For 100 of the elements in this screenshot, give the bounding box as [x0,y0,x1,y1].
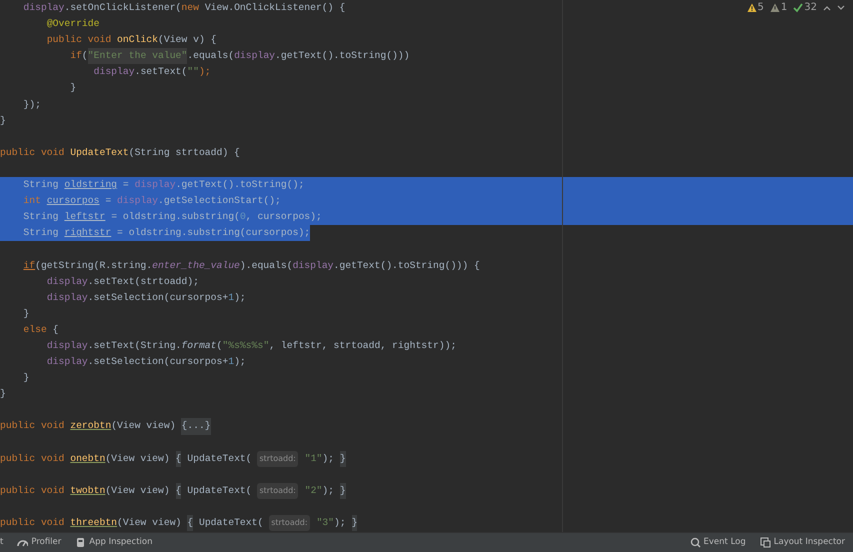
field-name: display [292,258,334,272]
folded-code[interactable]: } [340,450,346,467]
tool-window-tab[interactable]: Layout Inspector [760,536,845,549]
warning-icon [746,2,757,12]
string-literal: "1" [304,452,322,466]
variable-name: oldstring [64,178,118,192]
string-literal: "" [187,65,199,80]
code-text: , leftstr, strtoadd, rightstr)); [269,338,456,353]
code-text: } [23,371,30,386]
number-literal: 1 [228,355,234,370]
code-text: ); [322,484,335,498]
tool-window-tab[interactable]: Event Log [690,536,746,549]
inspection-count: 5 [758,1,764,15]
code-text: (View view) [105,484,171,498]
method-name: twobtn [70,484,106,498]
field-name: display [23,1,64,15]
code-text: } [23,306,30,321]
code-text: .setSelection(cursorpos+ [88,290,228,305]
tool-window-tab[interactable]: t [0,536,4,549]
field-name: enter_the_value [152,258,240,272]
code-text: = oldstring.substring( [111,210,240,224]
field-name: display [46,338,88,353]
number-literal: 0 [240,210,246,224]
method-name: onClick [117,33,158,48]
code-text: = [122,178,130,192]
variable-name: cursorpos [46,194,100,208]
field-name: display [46,355,88,370]
method-name: zerobtn [70,419,112,434]
field-name: display [117,194,158,208]
field-name: display [94,65,135,80]
code-text: .equals( [187,49,234,64]
code-text: .setSelection(cursorpos+ [88,355,228,370]
method-name: format [181,338,217,353]
code-text: .getText().toString(); [176,178,304,192]
check-icon [793,2,804,12]
code-text: }); [23,98,41,112]
code-text: ); [322,452,335,466]
method-name: UpdateText [70,146,129,160]
code-text: = [105,194,112,208]
keyword: if [23,258,36,272]
string-literal: "Enter the value" [88,48,188,64]
code-text: ); [234,355,246,370]
code-text: } [0,387,6,402]
code-text: .getText().toString())) [275,49,410,64]
code-text: (View view) [111,419,177,434]
code-text: String [23,210,60,224]
chevron-up-icon [823,4,831,10]
code-text: .getText().toString())) { [334,258,480,272]
method-name: threebtn [70,516,118,530]
code-text: (View view) [117,516,182,530]
code-text: } [0,114,6,128]
warning-icon [770,2,780,12]
inspection-count: 1 [780,1,788,15]
keyword: public void [0,419,66,434]
code-text: , cursorpos); [246,210,322,224]
folded-code[interactable]: { [176,450,182,467]
keyword: int [23,194,42,208]
string-literal: "%s%s%s" [222,338,270,353]
chevron-down-icon [837,4,845,10]
folded-code[interactable]: } [340,482,346,499]
code-text: .setOnClickListener( [64,1,182,15]
code-text: .setText( [134,65,188,80]
code-text: UpdateText( [187,452,253,466]
field-name: display [46,274,88,289]
folded-code[interactable]: {...} [181,418,211,435]
number-literal: 1 [228,290,234,305]
code-text: ).equals( [240,258,293,272]
code-text: View.OnClickListener() { [204,1,346,15]
layers-icon [760,537,771,548]
string-literal: "2" [304,484,322,498]
folded-code[interactable]: { [187,515,194,532]
tool-window-tab[interactable]: Profiler [17,536,62,549]
code-text: .setText(strtoadd); [88,274,199,289]
code-text: UpdateText( [187,484,253,498]
keyword: if [70,49,82,64]
keyword: public void [0,516,66,530]
code-text: (View view) [105,452,171,466]
field-name: display [134,178,176,192]
code-text: ); [334,516,347,530]
tool-window-tab[interactable]: App Inspection [75,536,152,549]
search-icon [690,537,701,548]
parameter-hint: strtoadd: [257,482,298,499]
inspection-count: 32 [804,1,817,15]
code-text: (getString(R.string. [35,258,152,272]
variable-name: rightstr [64,226,112,240]
annotation: @Override [46,17,100,32]
code-text: ); [198,65,211,80]
keyword: new [181,1,200,15]
code-text: ); [234,290,246,305]
code-text: ( [82,49,88,64]
folded-code[interactable]: { [176,482,182,499]
code-text: String [23,226,60,240]
code-editor[interactable] [0,0,853,532]
folded-code[interactable]: } [352,515,358,532]
parameter-hint: strtoadd: [257,450,298,467]
keyword: public void [0,146,66,160]
code-text: (View v) { [158,33,217,48]
keyword: else [23,322,48,337]
field-name: display [234,49,276,64]
code-text: = oldstring.substring(cursorpos); [117,226,310,240]
